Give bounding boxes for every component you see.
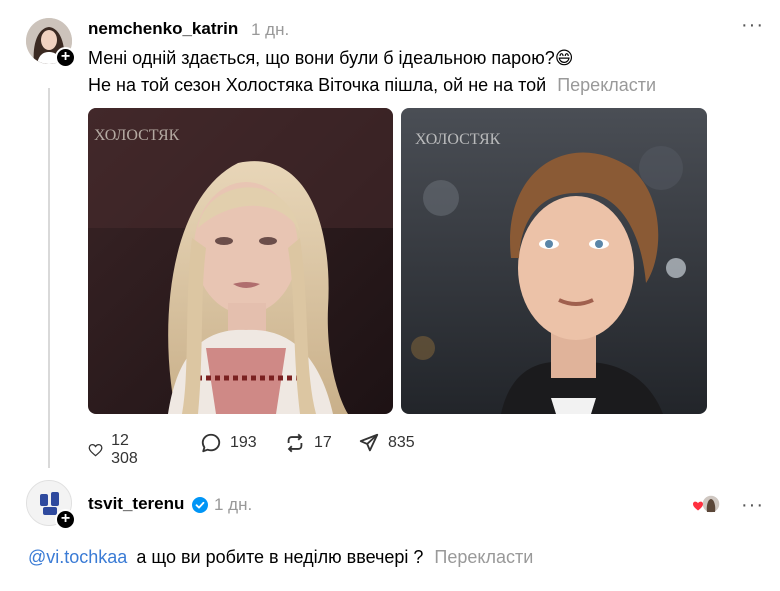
like-button[interactable]: 12 308 bbox=[88, 432, 145, 468]
reply-text: @vi.tochkaa а що ви робите в неділю ввеч… bbox=[28, 547, 533, 568]
verified-badge-icon bbox=[192, 497, 208, 513]
follow-plus-icon[interactable]: + bbox=[55, 47, 76, 68]
post-text-second: Не на той сезон Холостяка Віточка пішла,… bbox=[88, 75, 547, 95]
reply-text-main: а що ви робите в неділю ввечері ? bbox=[136, 547, 424, 567]
post-image-1[interactable]: ХОЛОСТЯК bbox=[88, 108, 393, 414]
send-icon bbox=[359, 433, 379, 452]
heart-icon bbox=[88, 444, 103, 457]
post-image-2[interactable]: ХОЛОСТЯК bbox=[401, 108, 707, 414]
comment-icon bbox=[201, 433, 221, 453]
mention-link[interactable]: @vi.tochkaa bbox=[28, 547, 127, 567]
comment-button[interactable]: 193 bbox=[200, 432, 257, 454]
repost-icon bbox=[287, 433, 303, 453]
watermark-1: ХОЛОСТЯК bbox=[94, 127, 180, 144]
reaction-avatars[interactable] bbox=[692, 494, 722, 514]
post-text-line1: Мені одній здається, що вони були б ідеа… bbox=[88, 48, 573, 69]
repost-count: 17 bbox=[314, 434, 332, 451]
more-options-icon[interactable]: ··· bbox=[741, 14, 764, 37]
reply-username[interactable]: tsvit_terenu bbox=[88, 494, 184, 514]
author-avatar[interactable]: + bbox=[26, 18, 76, 68]
grinning-emoji-icon: 😄 bbox=[554, 48, 574, 68]
reply-author-avatar[interactable]: + bbox=[26, 480, 76, 530]
like-count: 12 308 bbox=[111, 432, 138, 467]
translate-link[interactable]: Перекласти bbox=[557, 75, 656, 95]
reply-follow-plus-icon[interactable]: + bbox=[55, 509, 76, 530]
repost-button[interactable]: 17 bbox=[284, 432, 332, 454]
post-text-line2: Не на той сезон Холостяка Віточка пішла,… bbox=[88, 75, 656, 96]
watermark-2: ХОЛОСТЯК bbox=[415, 131, 501, 148]
comment-count: 193 bbox=[230, 434, 257, 451]
reply-more-options-icon[interactable]: ··· bbox=[741, 494, 764, 517]
post-time[interactable]: 1 дн. bbox=[251, 20, 289, 40]
author-username[interactable]: nemchenko_katrin bbox=[88, 19, 238, 39]
share-button[interactable]: 835 bbox=[358, 432, 415, 454]
share-count: 835 bbox=[388, 434, 415, 451]
thread-line bbox=[48, 88, 50, 468]
reply-time[interactable]: 1 дн. bbox=[214, 495, 252, 515]
reply-translate-link[interactable]: Перекласти bbox=[434, 547, 533, 567]
post-text-main: Мені одній здається, що вони були б ідеа… bbox=[88, 48, 555, 68]
